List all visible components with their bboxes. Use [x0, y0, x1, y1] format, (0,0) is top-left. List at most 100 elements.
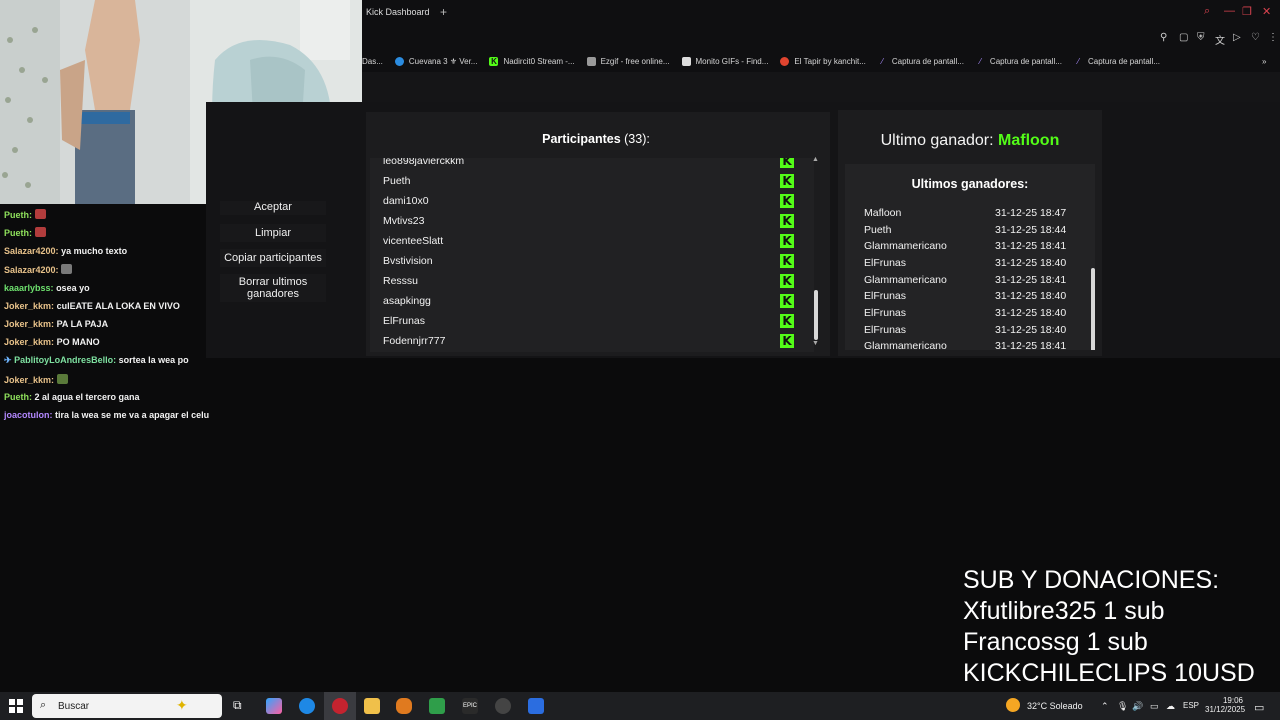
restore-icon[interactable]: ❐ — [1242, 5, 1252, 18]
bookmark-item[interactable]: ⁄ Captura de pantall... — [878, 57, 964, 66]
weather-label[interactable]: 32°C Soleado — [1027, 701, 1083, 711]
participants-count: (33): — [624, 132, 650, 146]
language-indicator[interactable]: ESP — [1183, 701, 1199, 710]
kick-icon: K — [780, 254, 794, 268]
feather-icon: ⁄ — [979, 56, 982, 66]
search-icon: ⌕ — [40, 699, 47, 711]
bookmark-item[interactable]: ⁄ Captura de pantall... — [976, 57, 1062, 66]
winners-list-box[interactable]: Ultimos ganadores: Mafloon 31-12-25 18:47… — [845, 164, 1095, 350]
store-icon[interactable] — [528, 698, 544, 714]
menu-icon[interactable]: ⋮ — [1268, 32, 1278, 43]
minimize-icon[interactable]: — — [1224, 5, 1235, 17]
chat-message: kaaarlybss: osea yo — [4, 283, 90, 293]
notification-icon[interactable]: ▭ — [1254, 701, 1264, 714]
winner-row: Pueth 31-12-25 18:44 — [864, 224, 1067, 236]
bookmark-item[interactable]: El Tapir by kanchit... — [780, 56, 866, 66]
play-icon[interactable]: ▷ — [1233, 32, 1241, 43]
translate-icon[interactable]: 文 — [1215, 32, 1225, 47]
page-icon — [681, 56, 691, 66]
sparkle-icon: ✦ — [176, 697, 188, 713]
tab-kick-dashboard[interactable]: Kick Dashboard — [362, 7, 436, 17]
feather-icon: ⁄ — [1077, 56, 1080, 66]
winner-row: Glammamericano 31-12-25 18:41 — [864, 340, 1067, 350]
copy-participants-button[interactable]: Copiar participantes — [220, 249, 326, 267]
obs-icon[interactable] — [495, 698, 511, 714]
chat-message: Joker_kkm: PO MANO — [4, 337, 100, 347]
bookmark-item[interactable]: Cuevana 3 ⚜ Ver... — [394, 56, 477, 66]
edge-icon[interactable] — [299, 698, 315, 714]
list-item: Fodennjrr777 K — [370, 332, 814, 352]
participants-scrollbar[interactable]: ▲ ▼ — [812, 156, 820, 350]
winners-list-title: Ultimos ganadores: — [911, 177, 1029, 191]
last-winner: Ultimo ganador: Mafloon — [880, 132, 1060, 149]
volume-icon[interactable]: 🔊 — [1132, 701, 1143, 712]
winners-panel: Ultimo ganador: Mafloon Ultimos ganadore… — [838, 110, 1102, 356]
kick-icon: K — [489, 56, 499, 66]
bookmark-item[interactable]: Ezgif - free online... — [586, 56, 670, 66]
cuevana-icon — [394, 56, 404, 66]
winner-row: ElFrunas 31-12-25 18:40 — [864, 257, 1067, 269]
opera-icon[interactable] — [332, 698, 348, 714]
scrollbar-thumb[interactable] — [1091, 268, 1095, 350]
kick-icon: K — [780, 214, 794, 228]
emote-icon — [34, 209, 46, 219]
delete-winners-button[interactable]: Borrar ultimos ganadores — [220, 274, 326, 302]
folder-icon[interactable] — [364, 698, 380, 714]
microphone-icon[interactable]: 🎙 — [1117, 701, 1128, 712]
clock[interactable]: 19:06 31/12/2025 — [1205, 696, 1245, 714]
app-icon[interactable] — [429, 698, 445, 714]
ezgif-icon — [586, 56, 596, 66]
screenshot-icon[interactable]: ▢ — [1179, 32, 1188, 43]
participants-list[interactable]: leo898javierckkm K Pueth K dami10x0 K Mvtiv… — [370, 158, 814, 352]
clock-time: 19:06 — [1222, 696, 1243, 705]
emote-icon — [34, 227, 46, 237]
app-icon[interactable] — [396, 698, 412, 714]
winner-row: ElFrunas 31-12-25 18:40 — [864, 290, 1067, 302]
scrollbar-thumb[interactable] — [814, 290, 818, 340]
list-item: Mvtivs23 K — [370, 212, 814, 232]
close-icon[interactable]: ✕ — [1262, 5, 1271, 18]
task-view-icon[interactable]: ⧉ — [233, 698, 249, 714]
chevron-down-icon[interactable]: ▼ — [812, 340, 819, 347]
bookmark-item[interactable]: Das... — [362, 57, 383, 66]
new-tab-button[interactable]: + — [440, 5, 447, 19]
list-item: dami10x0 K — [370, 192, 814, 212]
chevron-up-icon[interactable]: ⌃ — [1101, 701, 1109, 712]
winner-row: Glammamericano 31-12-25 18:41 — [864, 274, 1067, 286]
accept-button[interactable]: Aceptar — [220, 201, 326, 215]
record-icon — [780, 56, 790, 66]
bookmarks-bar: Das... Cuevana 3 ⚜ Ver... K Nadircit0 Str… — [362, 50, 1280, 72]
chevron-right-icon[interactable]: » — [1262, 57, 1266, 66]
bookmark-item[interactable]: K Nadircit0 Stream -... — [489, 56, 575, 66]
winner-row: Mafloon 31-12-25 18:47 — [864, 207, 1067, 219]
heart-icon[interactable]: ♡ — [1251, 32, 1260, 43]
windows-start-icon[interactable] — [9, 699, 23, 713]
bookmark-item[interactable]: Monito GIFs - Find... — [681, 56, 768, 66]
winners-scrollbar[interactable] — [1090, 260, 1095, 350]
kick-icon: K — [780, 294, 794, 308]
browser-toolbar: ⚲ ▢ ⛨ 文 ▷ ♡ ⋮ — [362, 24, 1280, 50]
participants-panel: Participantes (33): leo898javierckkm K Pu… — [366, 112, 830, 356]
bookmark-item[interactable]: ⁄ Captura de pantall... — [1074, 57, 1160, 66]
chat-message: Pueth: — [4, 209, 46, 220]
overlay-line: Francossg 1 sub — [963, 628, 1148, 656]
chevron-up-icon[interactable]: ▲ — [812, 156, 819, 163]
cloud-icon[interactable]: ☁ — [1166, 701, 1175, 712]
kick-icon: K — [780, 334, 794, 348]
taskbar-search[interactable]: ⌕ Buscar ✦ — [32, 694, 222, 718]
donations-overlay: SUB Y DONACIONES: Xfutlibre325 1 sub Fra… — [963, 565, 1279, 689]
chat-message: Pueth: 2 al agua el tercero gana — [4, 392, 140, 402]
search-icon[interactable]: ⌕ — [1204, 5, 1210, 18]
clear-button[interactable]: Limpiar — [220, 224, 326, 242]
chat-message: Joker_kkm: PA LA PAJA — [4, 319, 109, 329]
list-item: vicenteeSlatt K — [370, 232, 814, 252]
copilot-icon[interactable] — [266, 698, 282, 714]
shield-icon[interactable]: ⛨ — [1197, 32, 1205, 43]
pin-icon[interactable]: ⚲ — [1160, 32, 1167, 43]
epic-games-icon[interactable]: EPIC — [462, 698, 478, 714]
participants-header: Participantes (33): — [542, 132, 650, 146]
network-icon[interactable]: ▭ — [1150, 701, 1159, 712]
app-header-bar — [362, 72, 1280, 102]
sun-icon — [1006, 698, 1020, 712]
overlay-title: SUB Y DONACIONES: — [963, 566, 1220, 594]
